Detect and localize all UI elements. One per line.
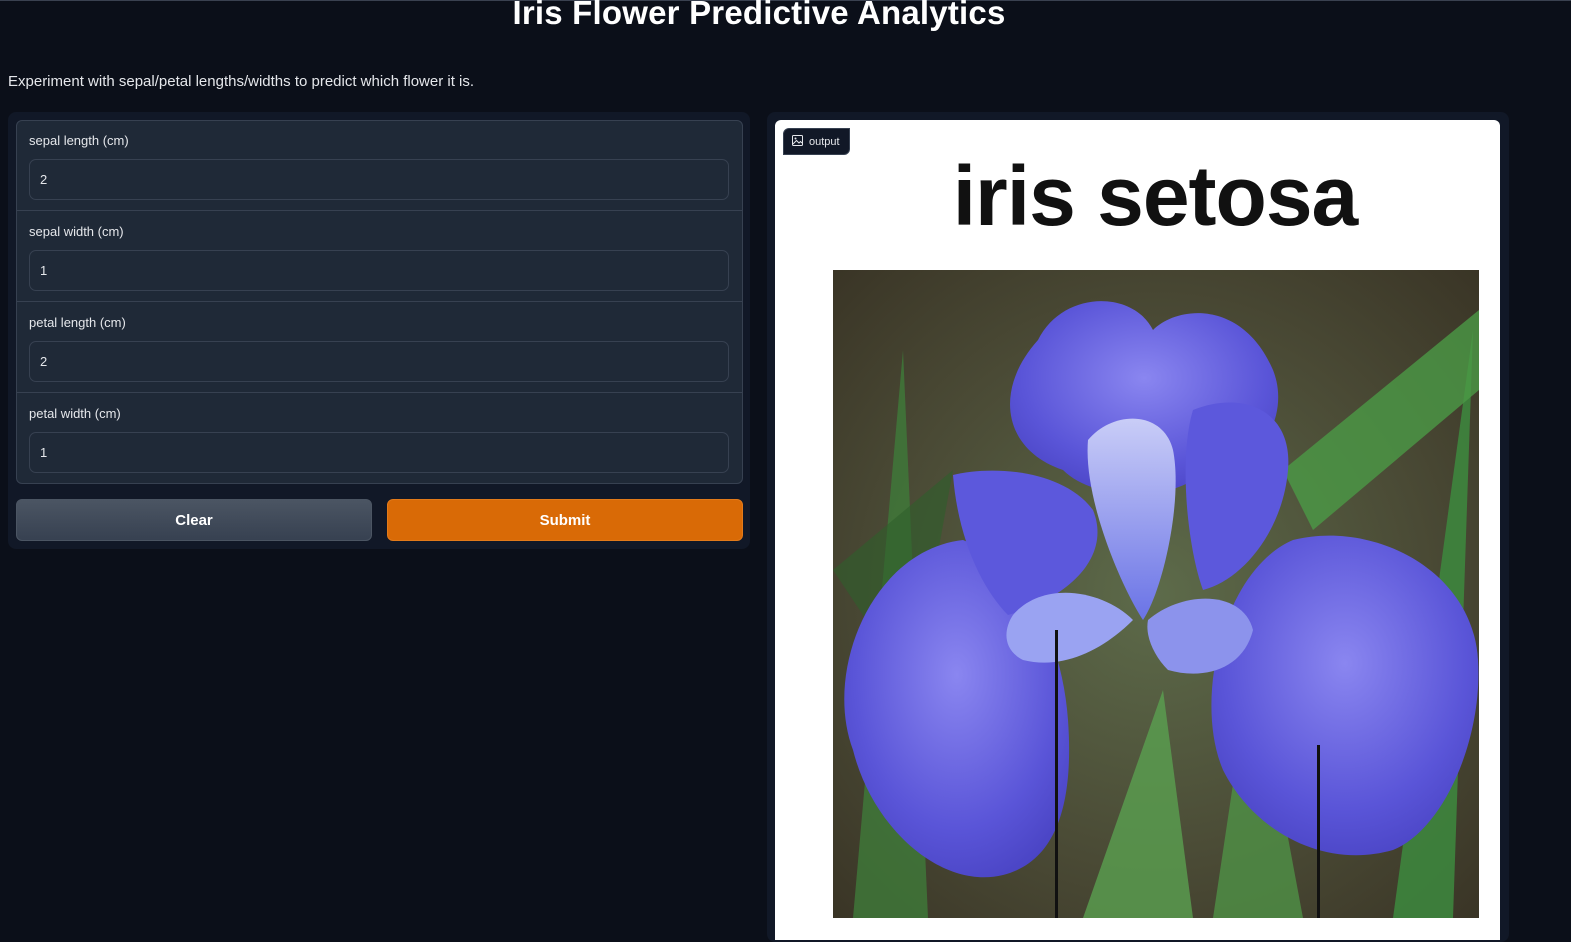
iris-flower-image — [833, 270, 1479, 918]
output-panel: output iris setosa — [767, 112, 1509, 942]
petal-width-label: petal width (cm) — [29, 406, 121, 421]
prediction-text: iris setosa — [952, 149, 1359, 243]
petal-width-input[interactable] — [29, 432, 729, 473]
sepal-width-input[interactable] — [29, 250, 729, 291]
sepal-width-label: sepal width (cm) — [29, 224, 124, 239]
output-image: output iris setosa — [775, 120, 1500, 940]
output-tag-label: output — [809, 135, 840, 148]
petal-length-input[interactable] — [29, 341, 729, 382]
output-tag: output — [783, 128, 850, 155]
input-panel: sepal length (cm) sepal width (cm) petal… — [8, 112, 750, 549]
petal-length-field: petal length (cm) — [17, 303, 742, 393]
sepal-width-field: sepal width (cm) — [17, 212, 742, 302]
page-title: Iris Flower Predictive Analytics — [512, 0, 1006, 31]
clear-button[interactable]: Clear — [16, 499, 372, 541]
input-fields-group: sepal length (cm) sepal width (cm) petal… — [16, 120, 743, 484]
page-description: Experiment with sepal/petal lengths/widt… — [8, 73, 475, 90]
sepal-length-label: sepal length (cm) — [29, 133, 129, 148]
sepal-length-field: sepal length (cm) — [17, 121, 742, 211]
image-icon — [792, 134, 803, 149]
petal-width-field: petal width (cm) — [17, 394, 742, 483]
sepal-length-input[interactable] — [29, 159, 729, 200]
petal-length-label: petal length (cm) — [29, 315, 126, 330]
submit-button[interactable]: Submit — [387, 499, 743, 541]
